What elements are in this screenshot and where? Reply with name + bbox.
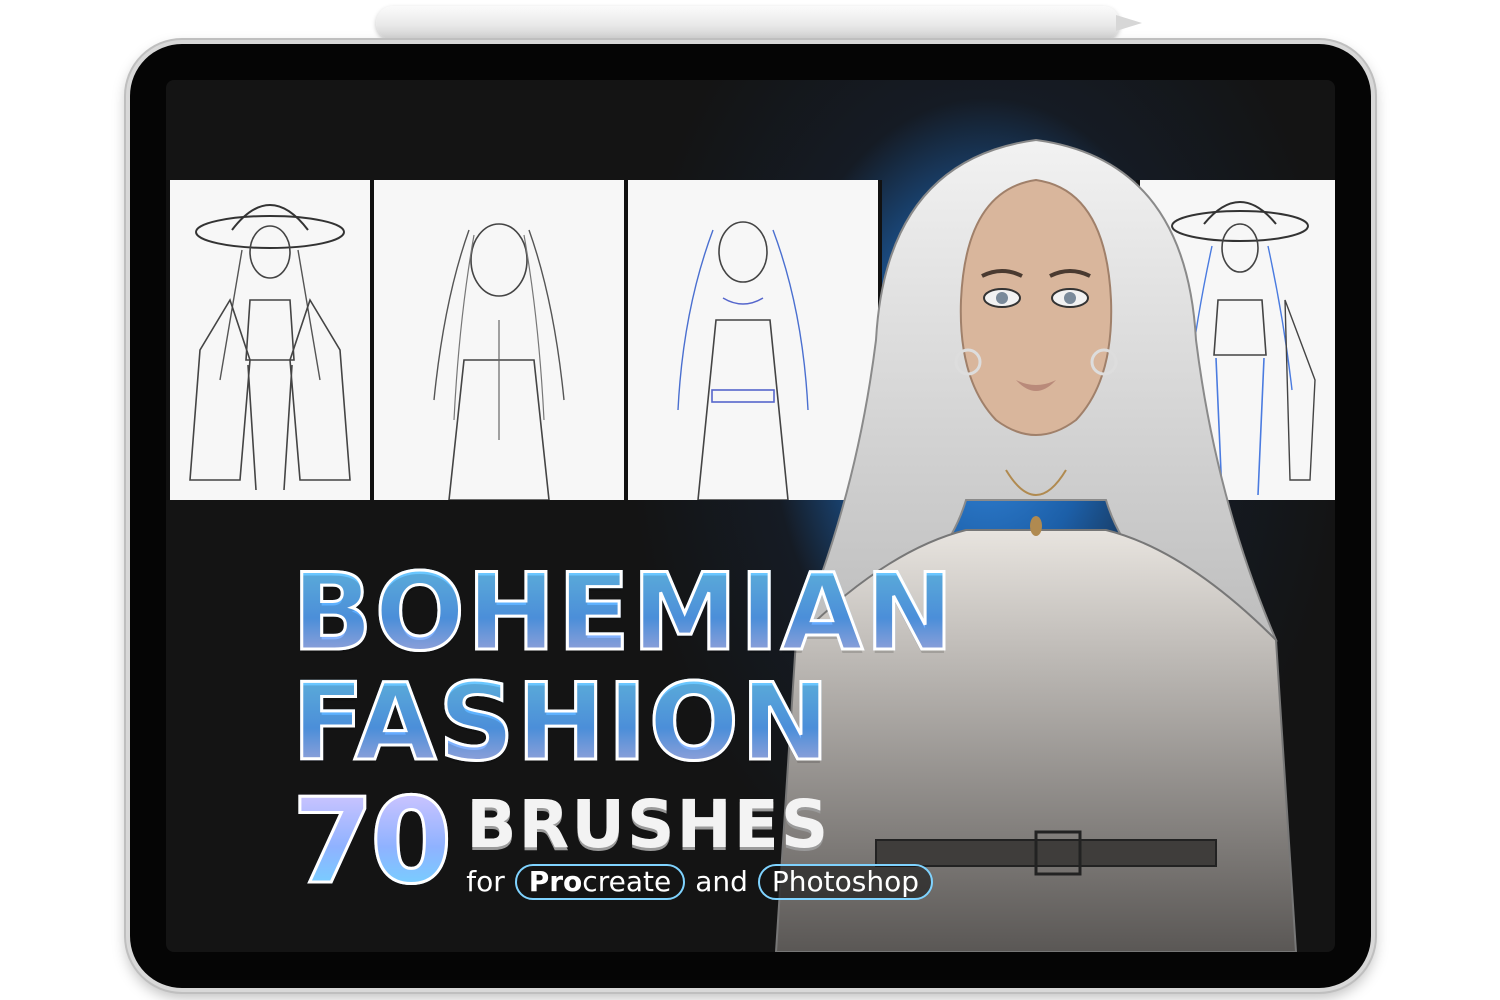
brush-count: 70 <box>290 772 453 910</box>
for-label: for <box>466 865 505 898</box>
sketch-illustration <box>433 223 565 500</box>
procreate-bold: Pro <box>528 865 583 898</box>
brush-info: BRUSHES for Procreate and Photoshop <box>466 792 933 900</box>
apple-pencil <box>376 6 1142 40</box>
sketch-illustration <box>189 204 351 491</box>
brush-count-row: 70 BRUSHES for Procreate and Photoshop <box>290 772 956 910</box>
product-title: BOHEMIAN FASHION 70 BRUSHES for Procreat… <box>290 551 956 910</box>
sketch-thumbnail-portrait <box>370 180 628 500</box>
title-fashion: FASHION <box>291 668 956 777</box>
sketch-thumbnail-hat-coat <box>166 180 374 500</box>
procreate-badge: Procreate <box>514 864 686 900</box>
tablet-screen: BOHEMIAN FASHION 70 BRUSHES for Procreat… <box>166 80 1335 952</box>
brushes-label: BRUSHES <box>466 786 831 863</box>
compatible-apps: for Procreate and Photoshop <box>466 864 933 900</box>
and-label: and <box>695 865 748 898</box>
photoshop-badge: Photoshop <box>757 864 933 900</box>
tablet-device: BOHEMIAN FASHION 70 BRUSHES for Procreat… <box>126 40 1375 992</box>
title-bohemian: BOHEMIAN <box>291 551 956 674</box>
procreate-rest: create <box>582 865 672 898</box>
tablet-bezel: BOHEMIAN FASHION 70 BRUSHES for Procreat… <box>130 44 1371 988</box>
